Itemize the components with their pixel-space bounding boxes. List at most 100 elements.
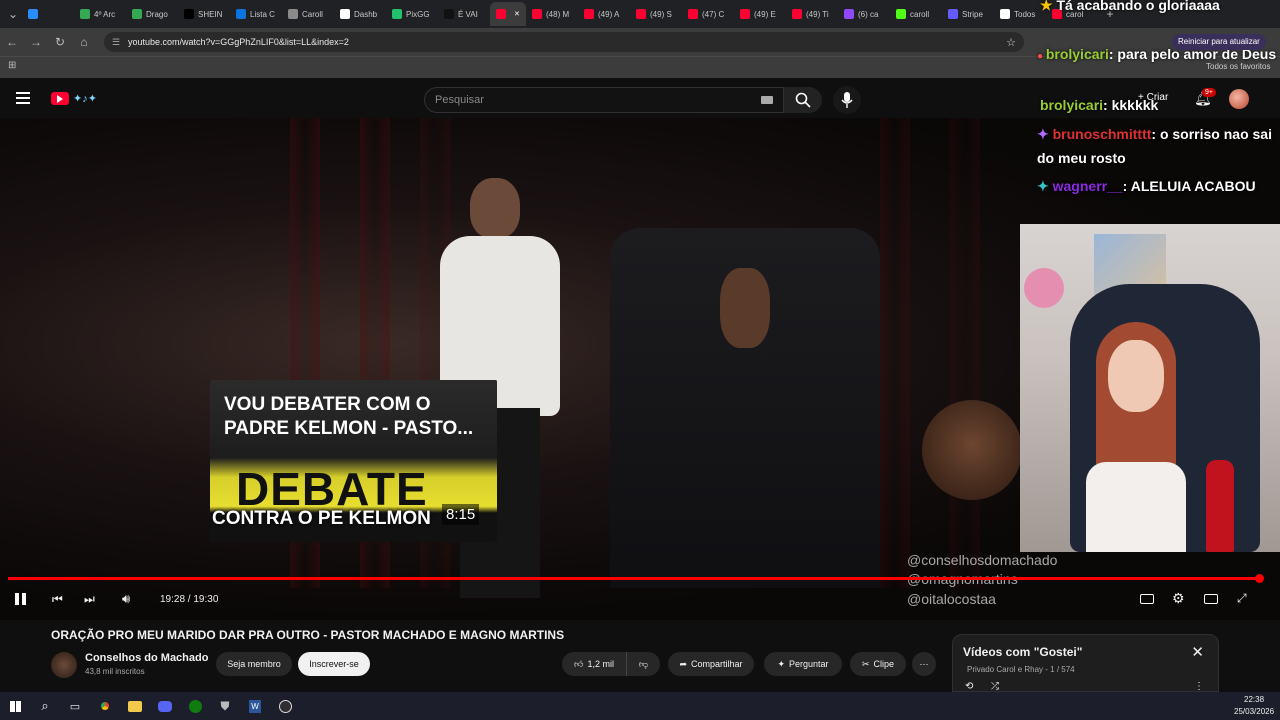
tab-favicon-icon bbox=[184, 9, 194, 19]
streamer bbox=[1076, 322, 1196, 552]
browser-tab[interactable]: (49) E bbox=[734, 2, 786, 26]
browser-tab[interactable] bbox=[22, 2, 74, 26]
playlist-menu-icon[interactable]: ⋮ bbox=[1194, 681, 1204, 692]
volume-icon[interactable]: 🔊︎ bbox=[122, 591, 130, 607]
search-input[interactable]: Pesquisar bbox=[424, 87, 784, 113]
tab-label: SHEIN bbox=[198, 9, 223, 19]
playlist-title[interactable]: Vídeos com "Gostei" bbox=[963, 645, 1082, 659]
endscreen-card[interactable]: VOU DEBATER COM O PADRE KELMON - PASTO..… bbox=[210, 380, 497, 542]
settings-gear-icon[interactable]: ⚙︎ bbox=[1172, 590, 1185, 607]
browser-tab[interactable]: Caroll bbox=[282, 2, 334, 26]
browser-tab[interactable]: ✕ bbox=[490, 2, 526, 26]
site-info-icon[interactable]: ☰ bbox=[112, 37, 120, 48]
tab-favicon-icon bbox=[236, 9, 246, 19]
browser-tab[interactable]: 4º Arc bbox=[74, 2, 126, 26]
xbox-icon[interactable] bbox=[180, 692, 210, 720]
browser-tab[interactable]: (49) A bbox=[578, 2, 630, 26]
browser-tab[interactable]: (47) C bbox=[682, 2, 734, 26]
refresh-prompt[interactable]: Reiniciar para atualizar bbox=[1172, 34, 1266, 50]
clock-time[interactable]: 22:38 bbox=[1244, 695, 1264, 704]
apps-grid-icon[interactable]: ⊞ bbox=[8, 60, 16, 71]
puppet-closeup bbox=[922, 400, 1022, 500]
browser-tab[interactable]: Drago bbox=[126, 2, 178, 26]
miniplayer-icon[interactable] bbox=[1204, 594, 1218, 604]
browser-tab[interactable]: PixGG bbox=[386, 2, 438, 26]
discord-icon[interactable] bbox=[150, 692, 180, 720]
back-icon[interactable]: ← bbox=[0, 30, 24, 54]
file-explorer-icon[interactable] bbox=[120, 692, 150, 720]
browser-tab[interactable]: (6) ca bbox=[838, 2, 890, 26]
chrome-icon[interactable] bbox=[90, 692, 120, 720]
chat-message-3: ✦ brunoschmitttt: o sorriso nao sai do m… bbox=[1037, 126, 1272, 166]
forward-icon[interactable]: → bbox=[24, 30, 48, 54]
share-icon: ➦ bbox=[679, 658, 687, 669]
browser-tab[interactable]: Lista C bbox=[230, 2, 282, 26]
youtube-logo[interactable] bbox=[51, 92, 69, 105]
bookmark-star-icon[interactable]: ☆ bbox=[1006, 36, 1016, 49]
browser-tab[interactable]: Dashb bbox=[334, 2, 386, 26]
pause-icon[interactable] bbox=[15, 593, 26, 605]
tab-label: (47) C bbox=[702, 9, 725, 19]
thumbs-down-icon: 👎︎ bbox=[638, 658, 649, 669]
ask-button[interactable]: ✦ Perguntar bbox=[764, 652, 842, 676]
endcard-title-2: PADRE KELMON - PASTO... bbox=[224, 418, 474, 439]
browser-tab[interactable]: Stripe bbox=[942, 2, 994, 26]
video-title: ORAÇÃO PRO MEU MARIDO DAR PRA OUTRO - PA… bbox=[51, 628, 565, 642]
channel-name[interactable]: Conselhos do Machado bbox=[85, 652, 208, 664]
search-icon[interactable]: ⌕ bbox=[30, 692, 60, 720]
obs-icon[interactable] bbox=[270, 692, 300, 720]
loop-icon[interactable]: ⟲ bbox=[965, 681, 973, 692]
join-button[interactable]: Seja membro bbox=[216, 652, 292, 676]
subtitles-icon[interactable] bbox=[1140, 594, 1154, 604]
windows-start-icon[interactable] bbox=[0, 692, 30, 720]
browser-tab[interactable]: É VAI bbox=[438, 2, 490, 26]
previous-icon[interactable]: ⏮︎ bbox=[52, 592, 63, 607]
fullscreen-icon[interactable]: ⤢ bbox=[1237, 591, 1247, 606]
like-button[interactable]: 👍︎ 1,2 mil bbox=[562, 652, 626, 676]
tab-search-icon[interactable]: ⌄ bbox=[4, 2, 22, 26]
tab-favicon-icon bbox=[584, 9, 594, 19]
tab-label: (49) S bbox=[650, 9, 672, 19]
subscriber-count: 43,8 mil inscritos bbox=[85, 667, 145, 676]
search-button[interactable] bbox=[784, 87, 822, 113]
browser-tab[interactable]: (49) S bbox=[630, 2, 682, 26]
next-icon[interactable]: ⏭︎ bbox=[84, 592, 95, 607]
task-view-icon[interactable]: ▭ bbox=[60, 692, 90, 720]
word-icon[interactable]: W bbox=[240, 692, 270, 720]
mic-button[interactable] bbox=[833, 86, 861, 114]
reload-icon[interactable]: ↻ bbox=[48, 30, 72, 54]
tab-favicon-icon bbox=[392, 9, 402, 19]
keyboard-icon[interactable] bbox=[761, 96, 773, 104]
channel-avatar[interactable] bbox=[51, 652, 77, 678]
tab-favicon-icon bbox=[948, 9, 958, 19]
video-info: ORAÇÃO PRO MEU MARIDO DAR PRA OUTRO - PA… bbox=[0, 620, 1280, 692]
home-icon[interactable]: ⌂ bbox=[72, 30, 96, 54]
browser-tab[interactable]: (48) M bbox=[526, 2, 578, 26]
progress-scrubber[interactable] bbox=[1255, 574, 1264, 583]
progress-bar[interactable] bbox=[8, 577, 1260, 580]
chat-message-0: ★ Tá acabando o gloriaaaa bbox=[1040, 0, 1280, 16]
browser-tab[interactable]: Todos bbox=[994, 2, 1046, 26]
tab-label: (48) M bbox=[546, 9, 570, 19]
security-shield-icon[interactable]: ⛊ bbox=[210, 692, 240, 720]
url-text: youtube.com/watch?v=GGgPhZnLIF0&list=LL&… bbox=[128, 37, 349, 47]
menu-icon[interactable] bbox=[16, 92, 30, 104]
scissors-icon: ✂ bbox=[861, 658, 870, 669]
share-button[interactable]: ➦ Compartilhar bbox=[668, 652, 754, 676]
clip-button[interactable]: ✂ Clipe bbox=[850, 652, 906, 676]
url-field[interactable]: ☰ youtube.com/watch?v=GGgPhZnLIF0&list=L… bbox=[104, 32, 1024, 52]
close-icon[interactable]: ✕ bbox=[1191, 643, 1204, 661]
browser-tab[interactable]: caroll bbox=[890, 2, 942, 26]
tab-label: Drago bbox=[146, 9, 168, 19]
close-tab-icon[interactable]: ✕ bbox=[514, 10, 520, 18]
tab-favicon-icon bbox=[1000, 9, 1010, 19]
mic-icon bbox=[841, 92, 853, 108]
more-actions-button[interactable]: ⋯ bbox=[912, 652, 936, 676]
clock-date[interactable]: 25/03/2026 bbox=[1234, 707, 1274, 716]
subscribe-button[interactable]: Inscrever-se bbox=[298, 652, 370, 676]
dislike-button[interactable]: 👎︎ bbox=[626, 652, 660, 676]
sparkle-icon: ✦ bbox=[777, 658, 785, 669]
browser-tab[interactable]: SHEIN bbox=[178, 2, 230, 26]
shuffle-icon[interactable]: ⤮ bbox=[991, 681, 999, 692]
browser-tab[interactable]: (49) Ti bbox=[786, 2, 838, 26]
